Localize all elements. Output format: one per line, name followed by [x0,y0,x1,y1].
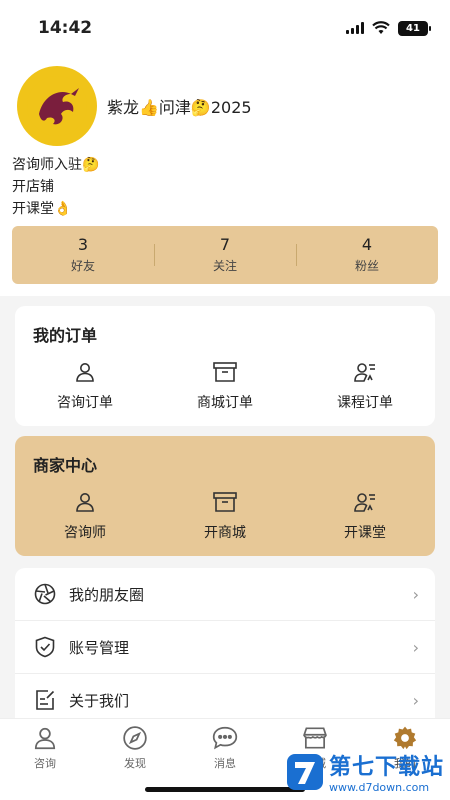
username: 紫龙👍问津🤔2025 [107,98,252,117]
menu-label: 我的朋友圈 [69,585,145,604]
course-orders-label: 课程订单 [337,395,393,411]
stats-bar: 3 好友 7 关注 4 粉丝 [12,226,438,284]
chat-icon [212,726,238,750]
orders-card: 我的订单 咨询订单 商城订单 课程订单 [15,306,435,426]
orders-title: 我的订单 [33,326,98,345]
edit-doc-icon [36,690,55,710]
box-icon [213,492,237,512]
profile-section: 紫龙👍问津🤔2025 咨询师入驻🤔 开店铺 开课堂👌 3 好友 7 关注 4 粉… [0,56,450,296]
watermark: 第七下载站 www.d7down.com [285,749,444,794]
shield-check-icon [35,636,55,658]
user-list-icon [354,493,375,512]
menu-label: 关于我们 [69,691,130,710]
user-icon [76,493,94,512]
merchant-card: 商家中心 咨询师 开商城 开课堂 [15,436,435,556]
stat-label: 关注 [212,259,237,273]
mall-orders-label: 商城订单 [197,395,253,411]
watermark-title: 第七下载站 [328,755,444,780]
profile-line[interactable]: 咨询师入驻🤔 [12,154,438,176]
consult-orders-button[interactable]: 咨询订单 [15,360,155,412]
tab-label: 咨询 [34,757,56,770]
status-bar: 14:42 41 [0,0,450,56]
chevron-right-icon: › [412,584,419,604]
stat-value: 3 [77,235,89,254]
wifi-icon [372,21,390,34]
watermark-logo-icon [286,753,323,790]
consult-orders-label: 咨询订单 [57,395,113,411]
open-class-button[interactable]: 开课堂 [295,490,435,542]
open-mall-label: 开商城 [204,525,246,541]
profile-line[interactable]: 开课堂👌 [12,198,438,220]
open-class-label: 开课堂 [344,525,386,541]
counselor-button[interactable]: 咨询师 [15,490,155,542]
profile-line[interactable]: 开店铺 [12,176,438,198]
user-list-icon [354,363,375,382]
profile-links: 咨询师入驻🤔 开店铺 开课堂👌 [12,154,438,220]
chevron-right-icon: › [412,637,419,657]
battery-icon: 41 [398,20,431,36]
settings-menu: 我的朋友圈 › 账号管理 › 关于我们 › [15,568,435,727]
home-indicator [145,787,305,792]
stat-friends[interactable]: 3 好友 [12,234,154,276]
avatar[interactable] [17,66,97,146]
tab-label: 消息 [214,757,236,770]
menu-label: 账号管理 [69,638,130,657]
status-icons: 41 [346,20,431,36]
stat-label: 粉丝 [354,259,379,273]
stat-following[interactable]: 7 关注 [154,234,296,276]
tab-consult[interactable]: 咨询 [0,719,90,800]
course-orders-button[interactable]: 课程订单 [295,360,435,412]
dragon-logo-icon [27,76,87,136]
tab-label: 发现 [124,757,146,770]
menu-item-moments[interactable]: 我的朋友圈 › [15,568,435,621]
counselor-label: 咨询师 [64,525,106,541]
mall-orders-button[interactable]: 商城订单 [155,360,295,412]
store-icon [303,727,327,749]
person-icon [34,727,56,750]
chevron-right-icon: › [412,690,419,710]
aperture-icon [34,583,56,605]
stat-value: 7 [219,235,231,254]
menu-item-account[interactable]: 账号管理 › [15,621,435,674]
status-time: 14:42 [38,18,93,38]
gear-icon [393,726,417,750]
profile-header[interactable]: 紫龙👍问津🤔2025 [12,62,438,150]
compass-icon [123,726,147,750]
merchant-title: 商家中心 [33,456,98,475]
box-icon [213,362,237,382]
stat-label: 好友 [70,259,95,273]
open-mall-button[interactable]: 开商城 [155,490,295,542]
stat-value: 4 [361,235,373,254]
user-icon [76,363,94,382]
signal-icon [346,22,364,34]
watermark-url: www.d7down.com [328,781,430,794]
stat-fans[interactable]: 4 粉丝 [296,234,438,276]
